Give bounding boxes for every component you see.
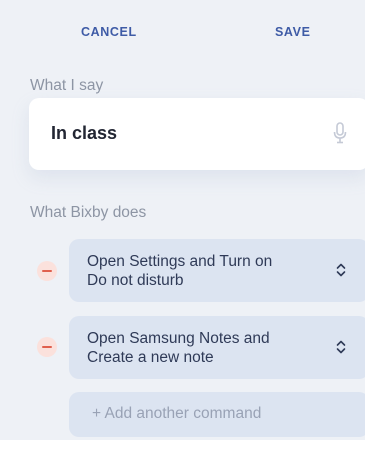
cancel-button[interactable]: CANCEL <box>81 25 137 39</box>
screen-edge-right <box>365 0 377 449</box>
screen-edge-bottom <box>0 440 377 449</box>
command-2-line-2: Create a new note <box>87 349 214 366</box>
add-another-command-button[interactable]: + Add another command <box>69 392 369 437</box>
command-1-text: Open Settings and Turn on Do not disturb <box>87 252 317 290</box>
bixby-quick-command-editor: CANCEL SAVE What I say In class What Bix… <box>0 0 377 449</box>
command-1-line-2: Do not disturb <box>87 272 184 289</box>
what-i-say-value: In class <box>51 123 118 143</box>
command-card-2[interactable]: Open Samsung Notes and Create a new note <box>69 316 369 379</box>
command-card-1[interactable]: Open Settings and Turn on Do not disturb <box>69 239 369 302</box>
what-i-say-input[interactable]: In class <box>29 98 369 170</box>
what-bixby-does-label: What Bixby does <box>30 204 147 221</box>
command-1-line-1: Open Settings and Turn on <box>87 253 273 270</box>
save-button[interactable]: SAVE <box>275 25 311 39</box>
chevron-up-down-icon[interactable] <box>335 338 347 356</box>
remove-command-1-button[interactable] <box>37 261 57 281</box>
add-another-command-label: + Add another command <box>92 405 262 422</box>
command-2-line-1: Open Samsung Notes and <box>87 330 270 347</box>
command-2-text: Open Samsung Notes and Create a new note <box>87 329 317 367</box>
remove-command-2-button[interactable] <box>37 337 57 357</box>
chevron-up-down-icon[interactable] <box>335 261 347 279</box>
microphone-icon[interactable] <box>333 122 347 144</box>
what-i-say-label: What I say <box>30 77 104 94</box>
